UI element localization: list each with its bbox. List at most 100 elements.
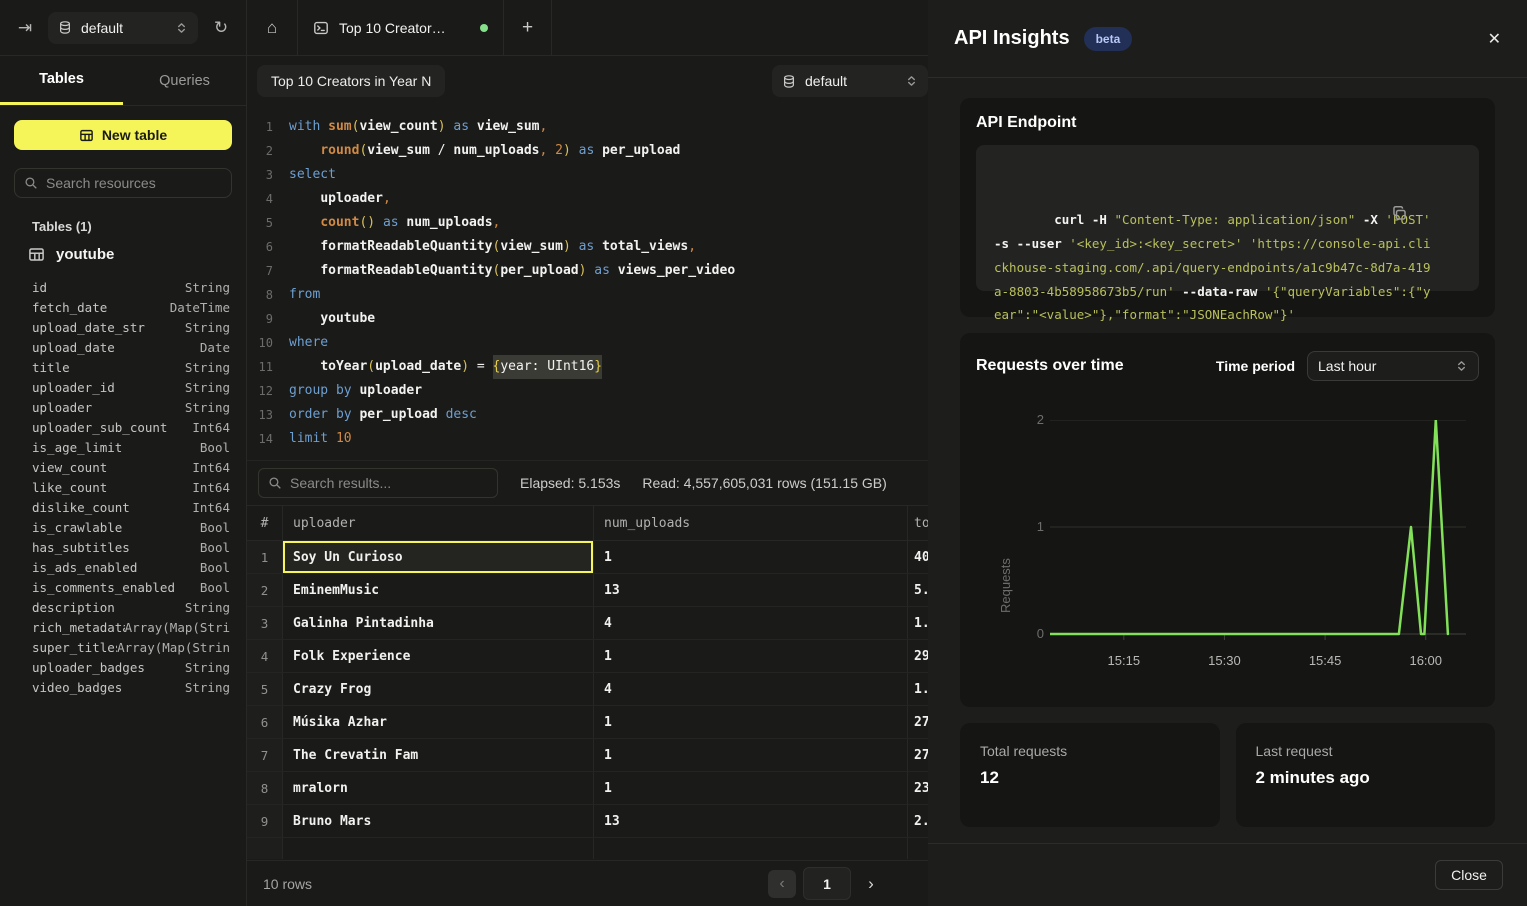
table-row[interactable]: 9Bruno Mars132.8 <box>247 805 928 838</box>
num-uploads-cell[interactable]: 13 <box>594 805 908 837</box>
sql-line[interactable]: 6 formatReadableQuantity(view_sum) as to… <box>247 235 928 259</box>
row-number-cell[interactable] <box>247 838 283 859</box>
total-views-cell[interactable]: 274 <box>908 706 928 738</box>
search-resources-input[interactable] <box>46 175 227 191</box>
table-row[interactable]: 8mralorn1237 <box>247 772 928 805</box>
tab-queries[interactable]: Queries <box>123 56 246 105</box>
row-number-cell[interactable]: 7 <box>247 739 283 771</box>
tab-tables[interactable]: Tables <box>0 56 123 105</box>
table-row[interactable]: 6Músika Azhar1274 <box>247 706 928 739</box>
total-views-cell[interactable]: 407 <box>908 541 928 573</box>
sql-line[interactable]: 13order by per_upload desc <box>247 403 928 427</box>
sql-line[interactable]: 9 youtube <box>247 307 928 331</box>
x-tick-label: 15:45 <box>1309 653 1342 668</box>
uploader-cell[interactable]: Músika Azhar <box>283 706 594 738</box>
query-tab[interactable]: Top 10 Creator… <box>297 0 504 55</box>
total-requests-card: Total requests 12 <box>960 723 1220 827</box>
sql-line[interactable]: 4 uploader, <box>247 187 928 211</box>
sidebar: ⇥ default ↻ Tables Queries New table <box>0 0 247 906</box>
total-views-cell[interactable]: 5.1 <box>908 574 928 606</box>
row-number-cell[interactable]: 3 <box>247 607 283 639</box>
editor-database-select[interactable]: default <box>772 65 928 97</box>
row-number-cell[interactable]: 9 <box>247 805 283 837</box>
num-uploads-cell[interactable]: 1 <box>594 739 908 771</box>
chevron-updown-icon <box>1455 359 1468 373</box>
sql-line[interactable]: 11 toYear(upload_date) = {year: UInt16} <box>247 355 928 379</box>
table-row[interactable]: 1Soy Un Curioso1407 <box>247 541 928 574</box>
num-uploads-cell[interactable]: 1 <box>594 772 908 804</box>
total-views-cell[interactable]: 237 <box>908 772 928 804</box>
collapse-sidebar-button[interactable]: ⇥ <box>12 15 38 41</box>
num-uploads-cell[interactable]: 13 <box>594 574 908 606</box>
table-item-youtube[interactable]: youtube <box>28 246 232 263</box>
last-request-label: Last request <box>1256 743 1476 759</box>
num-uploads-cell[interactable]: 4 <box>594 673 908 705</box>
column-row: uploader_badgesString <box>14 657 232 677</box>
uploader-cell[interactable]: The Crevatin Fam <box>283 739 594 771</box>
row-number-cell[interactable]: 2 <box>247 574 283 606</box>
num-uploads-cell[interactable] <box>594 838 908 859</box>
sql-line[interactable]: 14limit 10 <box>247 427 928 451</box>
sql-line[interactable]: 1with sum(view_count) as view_sum, <box>247 115 928 139</box>
total-views-cell[interactable]: 1.4 <box>908 607 928 639</box>
close-button[interactable]: Close <box>1435 860 1503 890</box>
total-views-cell[interactable]: 271 <box>908 739 928 771</box>
search-results-input[interactable] <box>290 475 488 491</box>
num-uploads-cell[interactable]: 4 <box>594 607 908 639</box>
uploader-cell[interactable]: Soy Un Curioso <box>283 541 594 573</box>
column-name: dislike_count <box>32 500 130 515</box>
num-uploads-cell[interactable]: 1 <box>594 640 908 672</box>
num-uploads-cell[interactable]: 1 <box>594 541 908 573</box>
table-row[interactable]: 7The Crevatin Fam1271 <box>247 739 928 772</box>
row-number-cell[interactable]: 8 <box>247 772 283 804</box>
row-number-cell[interactable]: 1 <box>247 541 283 573</box>
sql-line[interactable]: 10where <box>247 331 928 355</box>
row-number-cell[interactable]: 5 <box>247 673 283 705</box>
total-views-cell[interactable]: 1.1 <box>908 673 928 705</box>
sql-editor[interactable]: 1with sum(view_count) as view_sum,2 roun… <box>247 106 928 460</box>
previous-page-button[interactable]: ‹ <box>768 870 796 898</box>
table-row[interactable]: 5Crazy Frog41.1 <box>247 673 928 706</box>
uploader-cell[interactable]: Galinha Pintadinha <box>283 607 594 639</box>
table-row[interactable]: 2EminemMusic135.1 <box>247 574 928 607</box>
copy-button[interactable] <box>1391 158 1466 270</box>
results-body: 1Soy Un Curioso14072EminemMusic135.13Gal… <box>247 541 928 859</box>
table-row[interactable]: 4Folk Experience1294 <box>247 640 928 673</box>
row-number-cell[interactable]: 4 <box>247 640 283 672</box>
table-row[interactable] <box>247 838 928 859</box>
uploader-cell[interactable]: EminemMusic <box>283 574 594 606</box>
line-number: 9 <box>247 307 273 331</box>
uploader-cell[interactable] <box>283 838 594 859</box>
sql-line[interactable]: 12group by uploader <box>247 379 928 403</box>
row-number-cell[interactable]: 6 <box>247 706 283 738</box>
column-name: uploader_id <box>32 380 115 395</box>
next-page-button[interactable]: › <box>858 870 884 898</box>
sql-line[interactable]: 2 round(view_sum / num_uploads, 2) as pe… <box>247 139 928 163</box>
column-type: Array(Map(Strin <box>117 640 230 655</box>
sql-line[interactable]: 7 formatReadableQuantity(per_upload) as … <box>247 259 928 283</box>
current-page-indicator[interactable]: 1 <box>803 867 851 900</box>
uploader-cell[interactable]: Folk Experience <box>283 640 594 672</box>
sql-line[interactable]: 5 count() as num_uploads, <box>247 211 928 235</box>
new-tab-button[interactable]: + <box>504 0 552 55</box>
uploader-cell[interactable]: Bruno Mars <box>283 805 594 837</box>
panel-body: API Endpoint curl -H "Content-Type: appl… <box>928 78 1527 827</box>
column-type: String <box>185 380 230 395</box>
database-select[interactable]: default <box>48 12 198 44</box>
new-table-button[interactable]: New table <box>14 120 232 150</box>
uploader-cell[interactable]: mralorn <box>283 772 594 804</box>
uploader-cell[interactable]: Crazy Frog <box>283 673 594 705</box>
total-views-cell[interactable]: 2.8 <box>908 805 928 837</box>
time-period-select[interactable]: Last hour <box>1307 351 1479 381</box>
total-views-cell[interactable] <box>908 838 928 859</box>
column-type: Bool <box>200 540 230 555</box>
close-panel-button[interactable]: ✕ <box>1488 29 1501 49</box>
sql-line[interactable]: 8from <box>247 283 928 307</box>
total-views-cell[interactable]: 294 <box>908 640 928 672</box>
beta-badge: beta <box>1084 27 1133 51</box>
table-row[interactable]: 3Galinha Pintadinha41.4 <box>247 607 928 640</box>
sql-line[interactable]: 3select <box>247 163 928 187</box>
num-uploads-cell[interactable]: 1 <box>594 706 908 738</box>
home-button[interactable]: ⌂ <box>247 0 297 55</box>
refresh-button[interactable]: ↻ <box>208 15 234 41</box>
